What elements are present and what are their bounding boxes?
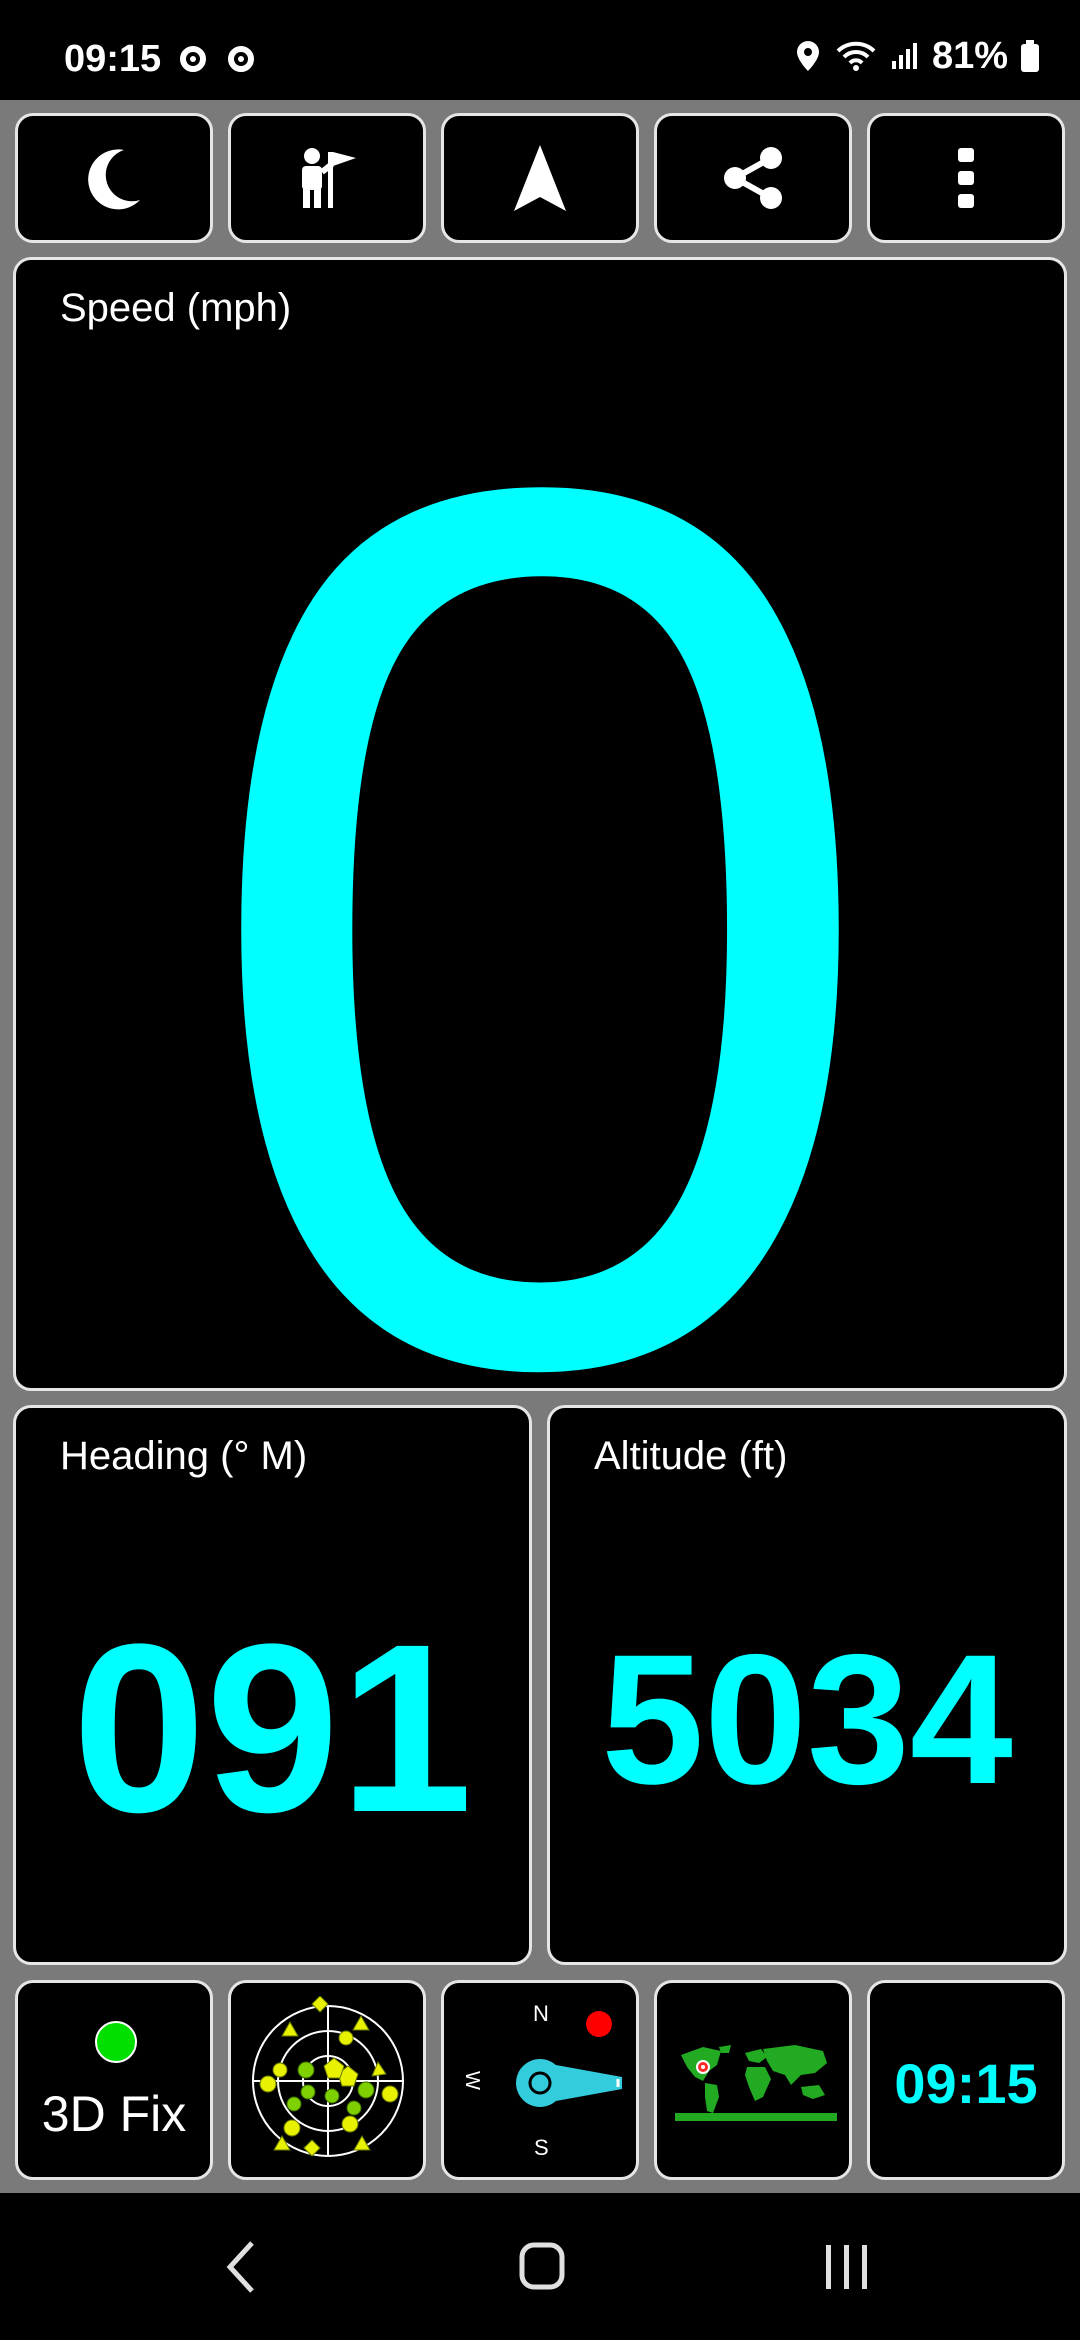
altitude-label: Altitude (ft)	[594, 1434, 788, 1478]
satellite-sky-view-tile[interactable]	[228, 1980, 426, 2180]
speed-card[interactable]: Speed (mph) 0	[13, 257, 1067, 1391]
home-icon[interactable]	[518, 2241, 566, 2291]
clock-time: 09:15	[894, 2052, 1038, 2115]
compass-tile[interactable]: N S W	[441, 1980, 639, 2180]
gps-fix-tile[interactable]: 3D Fix	[15, 1980, 213, 2180]
night-mode-button[interactable]	[15, 113, 213, 243]
system-navigation-bar	[0, 2193, 1080, 2340]
location-pin-icon	[796, 41, 819, 71]
battery-icon	[1021, 40, 1039, 72]
notification-ring-icon	[228, 46, 254, 72]
status-icons: 81%	[794, 34, 1040, 77]
heading-value: 091	[72, 1594, 473, 1862]
more-options-button[interactable]	[867, 113, 1065, 243]
fix-status-indicator	[95, 2021, 137, 2063]
world-map-tile[interactable]	[654, 1980, 852, 2180]
back-icon[interactable]	[226, 2239, 256, 2295]
world-map-icon	[675, 2041, 837, 2121]
satellite-sky-plot-icon	[252, 1996, 404, 2157]
wifi-icon	[836, 41, 876, 71]
compass-needle-icon	[516, 2059, 622, 2107]
share-icon	[724, 147, 782, 209]
fix-status-text: 3D Fix	[41, 2086, 187, 2142]
share-button[interactable]	[654, 113, 852, 243]
status-time: 09:15	[64, 38, 162, 80]
speed-value: 0	[192, 257, 888, 1391]
navigation-arrow-icon	[514, 145, 566, 211]
compass-south-label: S	[534, 2135, 549, 2160]
heading-label: Heading (° M)	[60, 1434, 308, 1478]
more-vertical-icon	[958, 148, 974, 208]
heading-card[interactable]: Heading (° M) 091	[13, 1405, 532, 1965]
recent-apps-icon[interactable]	[824, 2243, 870, 2291]
altitude-value: 5034	[601, 1617, 1013, 1823]
battery-percent: 81%	[931, 34, 1008, 77]
signal-icon	[891, 43, 917, 69]
compass-west-label: W	[460, 2071, 483, 2090]
status-bar: 09:15 81%	[0, 0, 1080, 100]
navigation-button[interactable]	[441, 113, 639, 243]
notification-ring-icon	[180, 46, 206, 72]
clock-tile[interactable]: 09:15	[867, 1980, 1065, 2180]
compass: N S W	[444, 1983, 636, 2177]
compass-north-label: N	[533, 2001, 549, 2026]
altitude-card[interactable]: Altitude (ft) 5034	[547, 1405, 1067, 1965]
waypoint-button[interactable]	[228, 113, 426, 243]
waypoint-person-flag-icon	[302, 148, 356, 208]
sun-position-indicator	[586, 2011, 612, 2037]
night-mode-moon-icon	[88, 149, 140, 210]
